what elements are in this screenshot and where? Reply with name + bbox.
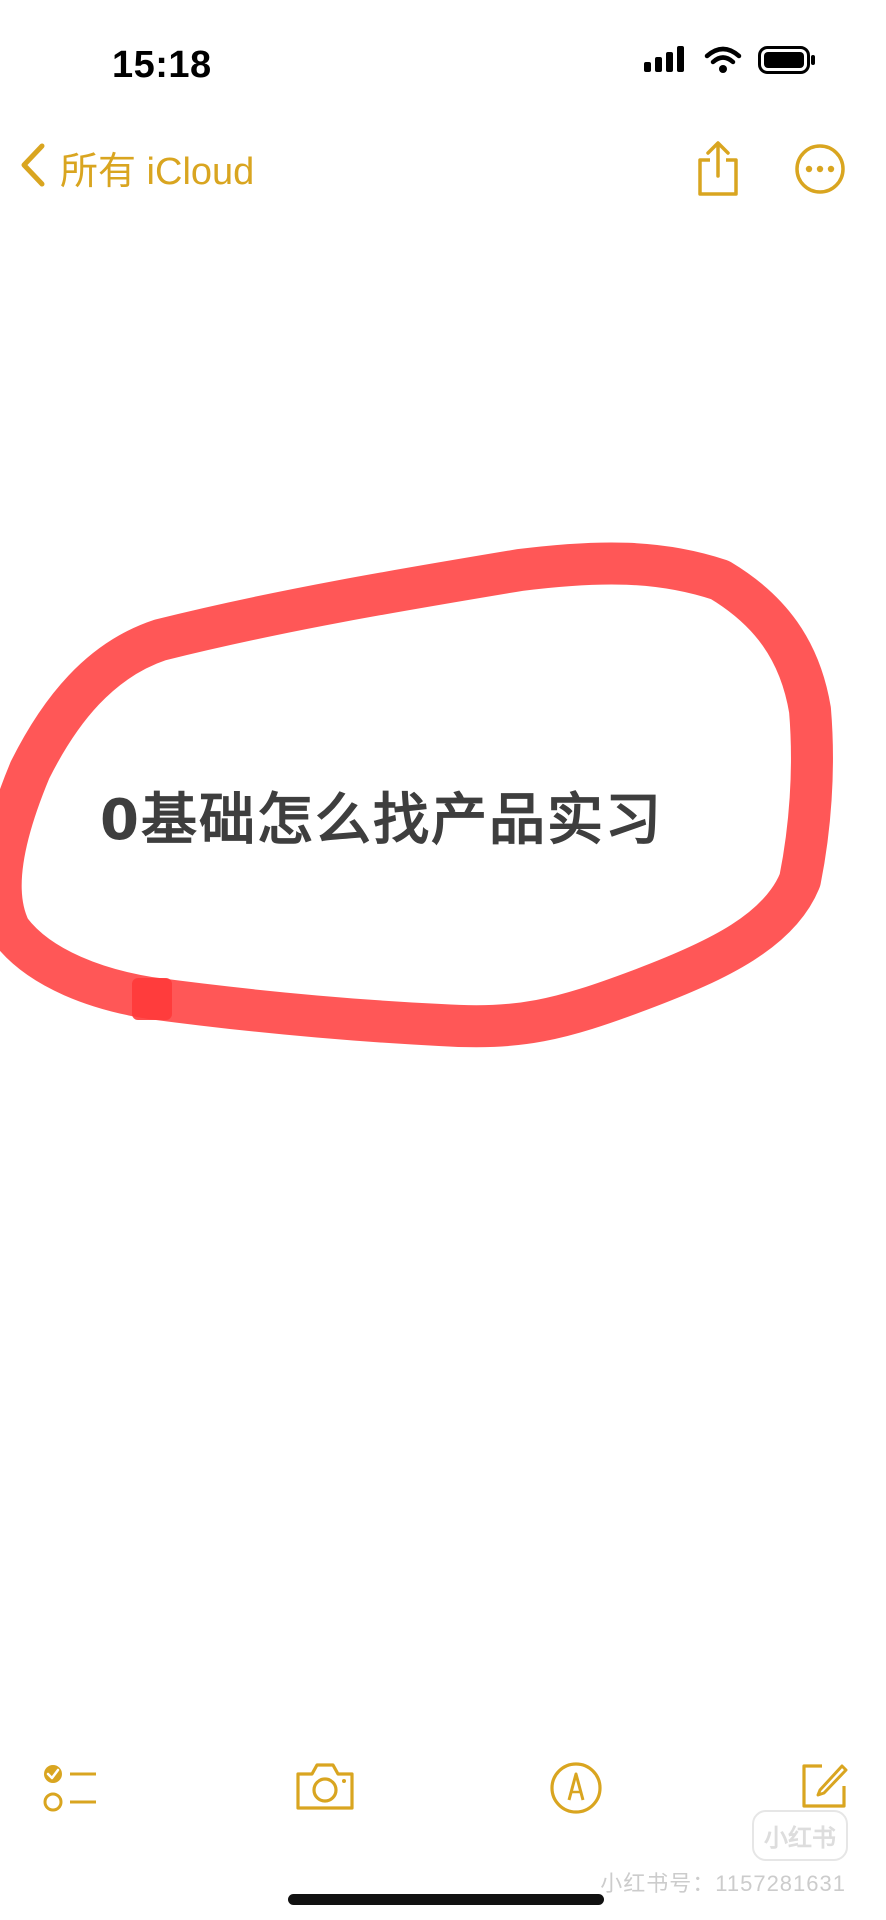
camera-icon[interactable] <box>294 1760 356 1817</box>
cellular-signal-icon <box>644 46 688 79</box>
chevron-left-icon <box>18 142 48 193</box>
wifi-icon <box>704 46 742 79</box>
note-body[interactable]: 0基础怎么找产品实习 <box>0 230 886 1730</box>
watermark-id: 小红书号：1157281631 <box>600 1871 846 1896</box>
note-title: 0基础怎么找产品实习 <box>100 788 663 853</box>
nav-bar: 所有 iCloud <box>0 140 886 210</box>
watermark-logo: 小红书 <box>752 1810 848 1861</box>
nav-actions <box>694 140 846 203</box>
checklist-icon[interactable] <box>40 1760 100 1821</box>
home-indicator[interactable] <box>288 1894 604 1905</box>
share-icon[interactable] <box>694 140 742 203</box>
compose-icon[interactable] <box>798 1760 850 1817</box>
markup-pen-icon[interactable] <box>548 1760 604 1821</box>
status-icons <box>644 46 816 79</box>
back-label: 所有 iCloud <box>60 151 255 193</box>
back-button[interactable]: 所有 iCloud <box>18 140 254 195</box>
status-bar: 15:18 <box>0 0 886 130</box>
more-icon[interactable] <box>794 143 846 200</box>
highlight-circle-annotation <box>0 542 833 1048</box>
status-time: 15:18 <box>112 44 212 86</box>
battery-icon <box>758 46 816 79</box>
